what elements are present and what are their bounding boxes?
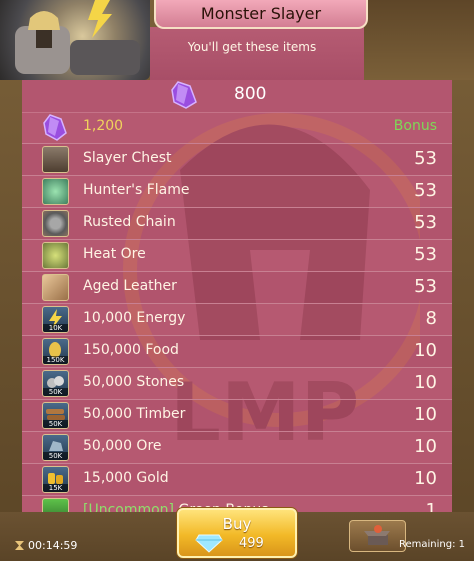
reward-name: 15,000 Gold xyxy=(83,470,169,486)
reward-row: 50K 50,000 Ore 10 xyxy=(22,432,452,464)
event-title: Monster Slayer xyxy=(154,0,368,29)
reward-row: Rusted Chain 53 xyxy=(22,208,452,240)
reward-row: Hunter's Flame 53 xyxy=(22,176,452,208)
reward-row: 150K 150,000 Food 10 xyxy=(22,336,452,368)
anvil-icon xyxy=(364,525,390,545)
reward-badge: 15K xyxy=(43,484,68,492)
buy-button[interactable]: Buy 499 xyxy=(177,508,297,558)
buy-price: 499 xyxy=(239,536,264,551)
hunters-flame-icon xyxy=(42,178,69,205)
reward-row: 50K 50,000 Timber 10 xyxy=(22,400,452,432)
reward-badge: 50K xyxy=(43,452,68,460)
reward-qty: Bonus xyxy=(393,118,437,134)
reward-row: Heat Ore 53 xyxy=(22,240,452,272)
reward-qty: 53 xyxy=(414,180,437,201)
reward-name: Rusted Chain xyxy=(83,214,176,230)
reward-qty: 10 xyxy=(414,436,437,457)
rusted-chain-icon xyxy=(42,210,69,237)
reward-name: 50,000 Stones xyxy=(83,374,185,390)
purple-gem-icon xyxy=(171,81,197,109)
reward-qty: 10 xyxy=(414,372,437,393)
slayer-chest-icon xyxy=(42,146,69,173)
purple-gem-icon xyxy=(43,114,67,141)
timber-icon: 50K xyxy=(42,402,69,429)
reward-name: 10,000 Energy xyxy=(83,310,186,326)
reward-name: Slayer Chest xyxy=(83,150,172,166)
reward-badge: 150K xyxy=(43,356,68,364)
reward-row: 50K 50,000 Stones 10 xyxy=(22,368,452,400)
food-icon: 150K xyxy=(42,338,69,365)
reward-qty: 10 xyxy=(414,340,437,361)
reward-name: 50,000 Ore xyxy=(83,438,162,454)
header-right-background xyxy=(364,0,474,80)
timer-text: 00:14:59 xyxy=(28,539,78,552)
countdown-timer: 00:14:59 xyxy=(14,539,77,552)
top-reward: 800 xyxy=(22,78,452,113)
event-subtitle: You'll get these items xyxy=(187,40,317,54)
reward-name: Heat Ore xyxy=(83,246,146,262)
reward-row: Slayer Chest 53 xyxy=(22,144,452,176)
reward-qty: 10 xyxy=(414,404,437,425)
reward-qty: 10 xyxy=(414,468,437,489)
reward-badge: 10K xyxy=(43,324,68,332)
reward-qty: 8 xyxy=(425,308,437,329)
reward-row: Aged Leather 53 xyxy=(22,272,452,304)
reward-row: 15K 15,000 Gold 10 xyxy=(22,464,452,496)
reward-badge: 50K xyxy=(43,388,68,396)
gold-icon: 15K xyxy=(42,466,69,493)
reward-name: 50,000 Timber xyxy=(83,406,186,422)
reward-name: Hunter's Flame xyxy=(83,182,190,198)
reward-name: 150,000 Food xyxy=(83,342,179,358)
heat-ore-icon xyxy=(42,242,69,269)
reward-qty: 53 xyxy=(414,212,437,233)
ore-icon: 50K xyxy=(42,434,69,461)
reward-qty: 53 xyxy=(414,148,437,169)
top-reward-value: 800 xyxy=(234,84,267,104)
remaining-count: Remaining: 1 xyxy=(398,539,465,550)
reward-row: 1,200 Bonus xyxy=(22,112,452,144)
diamond-icon xyxy=(195,534,223,553)
reward-list: 1,200 Bonus Slayer Chest 53 Hunter's Fla… xyxy=(22,112,452,528)
hero-portrait xyxy=(0,0,150,80)
buy-label: Buy xyxy=(222,515,252,533)
reward-name: 1,200 xyxy=(83,118,124,134)
hourglass-icon xyxy=(15,541,24,550)
reward-row: 10K 10,000 Energy 8 xyxy=(22,304,452,336)
reward-badge: 50K xyxy=(43,420,68,428)
energy-icon: 10K xyxy=(42,306,69,333)
reward-name: Aged Leather xyxy=(83,278,177,294)
stones-icon: 50K xyxy=(42,370,69,397)
forge-button[interactable] xyxy=(349,520,406,552)
aged-leather-icon xyxy=(42,274,69,301)
reward-qty: 53 xyxy=(414,244,437,265)
reward-qty: 53 xyxy=(414,276,437,297)
